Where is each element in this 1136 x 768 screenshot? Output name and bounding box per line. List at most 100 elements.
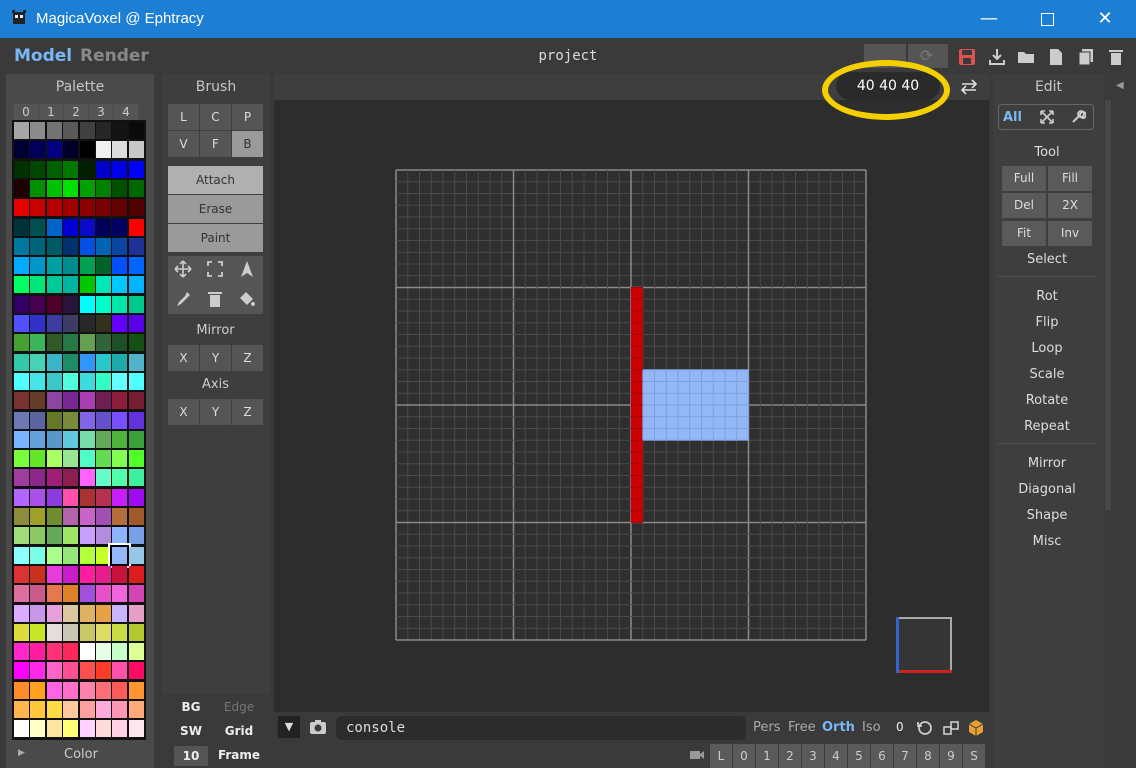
- palette-swatch[interactable]: [63, 430, 79, 448]
- palette-swatch[interactable]: [79, 527, 95, 545]
- palette-swatch[interactable]: [112, 218, 128, 236]
- palette-swatch[interactable]: [46, 527, 62, 545]
- collapse-arrow-icon[interactable]: ◀: [1116, 80, 1124, 91]
- palette-swatch[interactable]: [112, 295, 128, 313]
- palette-swatch[interactable]: [46, 141, 62, 159]
- palette-swatch[interactable]: [128, 469, 144, 487]
- view-free[interactable]: Free: [788, 720, 816, 735]
- palette-swatch[interactable]: [96, 662, 111, 680]
- open-folder-icon[interactable]: [1016, 47, 1036, 67]
- palette-swatch[interactable]: [30, 469, 46, 487]
- palette-swatch[interactable]: [96, 488, 111, 506]
- video-icon[interactable]: [689, 748, 705, 762]
- palette-swatch[interactable]: [128, 353, 144, 371]
- palette-swatch[interactable]: [63, 604, 79, 622]
- palette-tab-3[interactable]: 3: [89, 104, 113, 120]
- palette-swatch[interactable]: [14, 315, 29, 332]
- palette-swatch[interactable]: [79, 488, 95, 506]
- 2x-button[interactable]: 2X: [1048, 193, 1092, 218]
- palette-swatch[interactable]: [112, 450, 128, 468]
- select-box-icon[interactable]: [206, 260, 224, 278]
- orientation-cube[interactable]: [896, 617, 952, 673]
- palette-swatch[interactable]: [112, 643, 128, 661]
- palette-swatch[interactable]: [46, 604, 62, 622]
- palette-swatch[interactable]: [128, 450, 144, 468]
- palette-swatch[interactable]: [128, 218, 144, 236]
- palette-swatch[interactable]: [79, 546, 95, 564]
- palette-swatch[interactable]: [30, 372, 46, 390]
- palette-swatch[interactable]: [30, 392, 46, 410]
- palette-swatch[interactable]: [79, 681, 95, 699]
- palette-swatch[interactable]: [79, 141, 95, 159]
- palette-swatch[interactable]: [96, 469, 111, 487]
- palette-swatch[interactable]: [112, 681, 128, 699]
- mirror-y-button[interactable]: Y: [200, 345, 231, 371]
- palette-swatch[interactable]: [96, 527, 111, 545]
- palette-swatch[interactable]: [46, 392, 62, 410]
- edge-button[interactable]: Edge: [216, 700, 262, 714]
- palette-swatch[interactable]: [96, 643, 111, 661]
- palette-swatch[interactable]: [128, 527, 144, 545]
- grid-button[interactable]: Grid: [216, 724, 262, 738]
- palette-swatch[interactable]: [46, 372, 62, 390]
- palette-swatch[interactable]: [46, 276, 62, 294]
- palette-swatch[interactable]: [112, 160, 128, 178]
- move-icon[interactable]: [174, 260, 192, 278]
- palette-swatch[interactable]: [96, 315, 111, 332]
- palette-swatch[interactable]: [30, 160, 46, 178]
- palette-swatch[interactable]: [128, 662, 144, 680]
- close-icon[interactable]: ✕: [1076, 0, 1134, 38]
- brush-mode-c[interactable]: C: [200, 104, 231, 130]
- console-input[interactable]: console: [336, 716, 746, 740]
- palette-swatch[interactable]: [46, 488, 62, 506]
- palette-swatch[interactable]: [112, 199, 128, 217]
- palette-swatch[interactable]: [46, 508, 62, 525]
- palette-swatch[interactable]: [63, 199, 79, 217]
- palette-swatch[interactable]: [30, 218, 46, 236]
- palette-swatch[interactable]: [30, 257, 46, 275]
- rot-button[interactable]: Rot: [998, 289, 1096, 304]
- repeat-button[interactable]: Repeat: [998, 419, 1096, 434]
- palette-swatch[interactable]: [30, 662, 46, 680]
- bg-button[interactable]: BG: [170, 700, 212, 714]
- palette-swatch[interactable]: [96, 508, 111, 525]
- rotate-button[interactable]: Rotate: [998, 393, 1096, 408]
- palette-swatch[interactable]: [112, 662, 128, 680]
- palette-swatch[interactable]: [63, 701, 79, 718]
- palette-swatch[interactable]: [128, 141, 144, 159]
- select-button[interactable]: Select: [998, 252, 1096, 267]
- axis-z-button[interactable]: Z: [232, 399, 263, 425]
- palette-swatch[interactable]: [79, 179, 95, 197]
- palette-swatch[interactable]: [128, 122, 144, 139]
- palette-swatch[interactable]: [63, 122, 79, 139]
- palette-swatch[interactable]: [63, 392, 79, 410]
- palette-swatch[interactable]: [14, 411, 29, 429]
- palette-swatch[interactable]: [14, 237, 29, 255]
- palette-swatch[interactable]: [96, 257, 111, 275]
- palette-swatch[interactable]: [128, 643, 144, 661]
- maximize-icon[interactable]: [1018, 0, 1076, 38]
- palette-swatch[interactable]: [46, 218, 62, 236]
- palette-swatch[interactable]: [79, 237, 95, 255]
- palette-swatch[interactable]: [14, 199, 29, 217]
- palette-swatch[interactable]: [128, 701, 144, 718]
- palette-swatch[interactable]: [128, 411, 144, 429]
- palette-swatch[interactable]: [63, 488, 79, 506]
- cube-icon[interactable]: [967, 719, 985, 737]
- palette-swatch[interactable]: [30, 546, 46, 564]
- palette-swatch[interactable]: [46, 257, 62, 275]
- palette-swatch[interactable]: [46, 179, 62, 197]
- palette-swatch[interactable]: [30, 141, 46, 159]
- redo-icon[interactable]: ⟳: [920, 46, 933, 65]
- palette-swatch[interactable]: [63, 372, 79, 390]
- palette-swatch[interactable]: [128, 392, 144, 410]
- palette-swatch[interactable]: [63, 469, 79, 487]
- view-iso[interactable]: Iso: [862, 720, 881, 735]
- palette-swatch[interactable]: [128, 488, 144, 506]
- palette-swatch[interactable]: [112, 565, 128, 583]
- palette-swatch[interactable]: [128, 179, 144, 197]
- misc-button[interactable]: Misc: [998, 534, 1096, 549]
- palette-swatch[interactable]: [30, 411, 46, 429]
- palette-swatch[interactable]: [30, 179, 46, 197]
- paint-button[interactable]: Paint: [168, 224, 263, 252]
